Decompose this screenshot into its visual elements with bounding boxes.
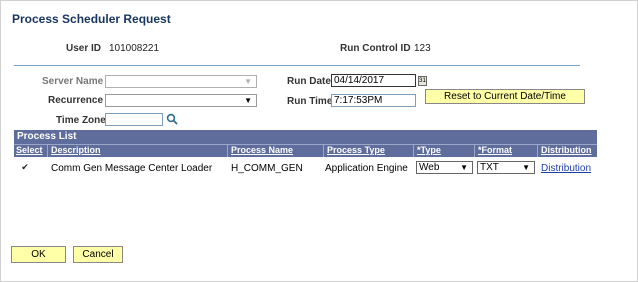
row-description: Comm Gen Message Center Loader [51, 163, 213, 174]
run-control-id-label: Run Control ID [340, 43, 411, 54]
column-description[interactable]: Description [49, 145, 228, 157]
chevron-down-icon: ▼ [460, 163, 468, 172]
time-zone-input[interactable] [105, 113, 163, 126]
distribution-link[interactable]: Distribution [541, 163, 591, 174]
server-name-label: Server Name [42, 76, 104, 87]
column-process-type[interactable]: Process Type [325, 145, 414, 157]
run-date-label: Run Date [287, 76, 331, 87]
column-process-name[interactable]: Process Name [229, 145, 324, 157]
row-process-type: Application Engine [325, 163, 408, 174]
row-process-name: H_COMM_GEN [231, 163, 303, 174]
recurrence-label: Recurrence [48, 95, 104, 106]
time-zone-label: Time Zone [56, 115, 106, 126]
column-distribution[interactable]: Distribution [539, 145, 597, 157]
run-time-label: Run Time [287, 96, 333, 107]
type-select[interactable]: Web ▼ [416, 161, 473, 174]
chevron-down-icon: ▼ [244, 77, 252, 86]
run-time-input[interactable]: 7:17:53PM [331, 94, 416, 107]
process-list-title: Process List [14, 130, 597, 144]
server-name-select[interactable]: ▼ [105, 75, 257, 88]
table-row: ✔ Comm Gen Message Center Loader H_COMM_… [14, 157, 597, 179]
chevron-down-icon: ▼ [244, 96, 252, 105]
reset-date-time-button[interactable]: Reset to Current Date/Time [425, 89, 585, 104]
column-select[interactable]: Select [14, 145, 48, 157]
column-type[interactable]: *Type [415, 145, 475, 157]
ok-button[interactable]: OK [11, 246, 66, 263]
cancel-button[interactable]: Cancel [73, 246, 123, 263]
run-date-input[interactable]: 04/14/2017 [331, 74, 416, 87]
page-title: Process Scheduler Request [12, 12, 171, 26]
process-list-header: Select Description Process Name Process … [14, 144, 597, 157]
run-control-id-value: 123 [414, 43, 431, 54]
select-checkbox[interactable]: ✔ [20, 162, 30, 172]
column-format[interactable]: *Format [476, 145, 538, 157]
recurrence-select[interactable]: ▼ [105, 94, 257, 107]
user-id-label: User ID [66, 43, 102, 54]
chevron-down-icon: ▼ [522, 163, 530, 172]
format-select[interactable]: TXT ▼ [477, 161, 535, 174]
calendar-icon[interactable]: 31 [418, 76, 427, 86]
header-divider [14, 65, 580, 66]
process-list-grid: Process List Select Description Process … [14, 130, 597, 179]
magnifier-icon[interactable] [166, 113, 178, 125]
user-id-value: 101008221 [109, 43, 160, 54]
